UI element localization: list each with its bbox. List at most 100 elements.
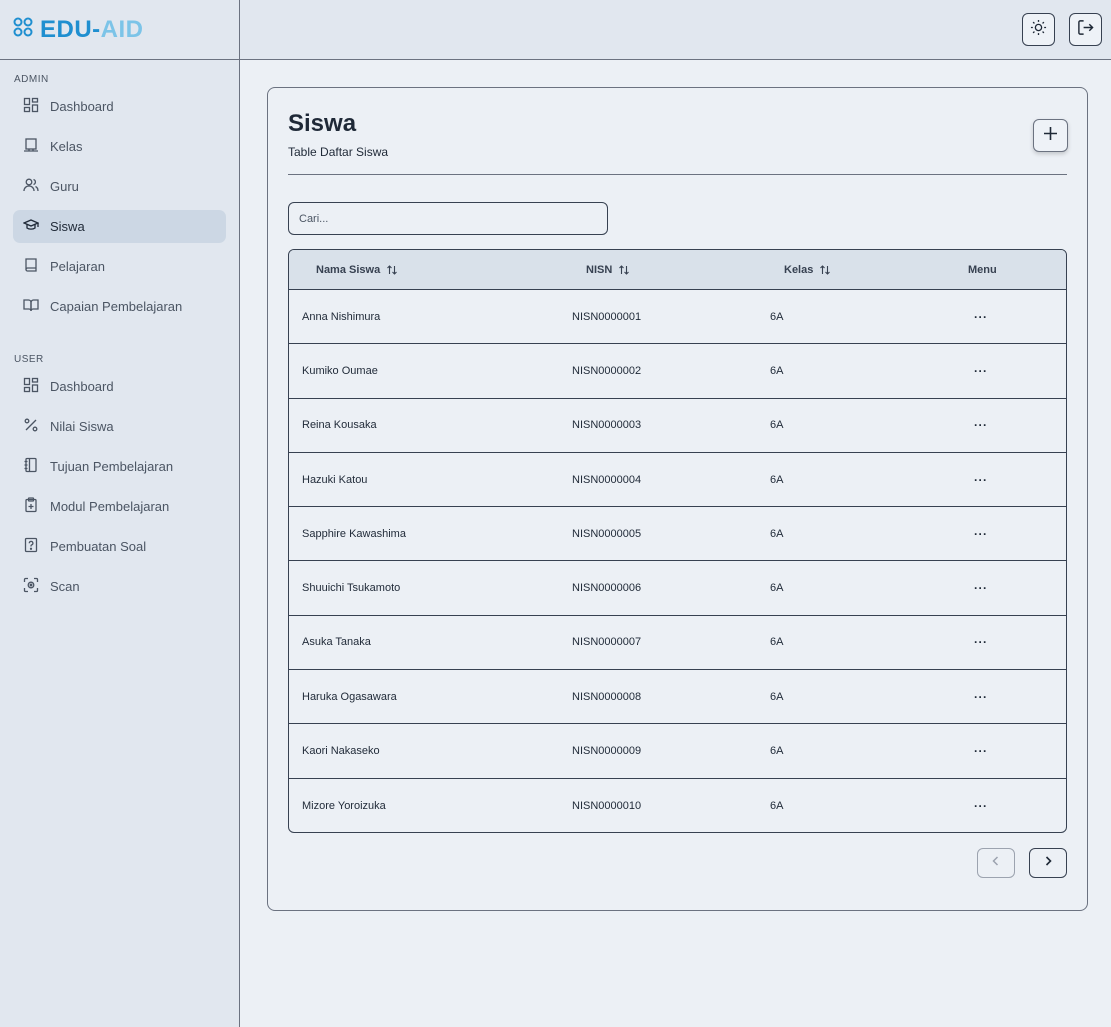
sidebar-item-label: Siswa — [50, 219, 85, 234]
add-student-button[interactable] — [1033, 119, 1068, 152]
next-page-button[interactable] — [1029, 848, 1067, 878]
sort-icon[interactable] — [386, 264, 398, 276]
cell-nisn: NISN0000010 — [572, 799, 642, 812]
row-menu-button[interactable]: ··· — [974, 453, 988, 506]
row-menu-button[interactable]: ··· — [974, 399, 988, 452]
table-row: Mizore Yoroizuka NISN0000010 6A ··· — [289, 779, 1066, 832]
sidebar: EDU-AID ADMIN Dashboard Kelas Guru Siswa… — [0, 0, 240, 1027]
cell-kelas: 6A — [770, 582, 784, 595]
table-row: Sapphire Kawashima NISN0000005 6A ··· — [289, 507, 1066, 562]
chevron-right-icon — [1042, 854, 1054, 872]
sidebar-item-capaian-pembelajaran[interactable]: Capaian Pembelajaran — [13, 290, 226, 323]
sidebar-item-label: Guru — [50, 179, 79, 194]
sidebar-item-label: Pelajaran — [50, 259, 105, 274]
brand-name: EDU-AID — [40, 15, 144, 43]
sidebar-item-label: Tujuan Pembelajaran — [50, 459, 174, 474]
cell-nama: Kumiko Oumae — [302, 364, 378, 377]
sidebar-item-tujuan-pembelajaran[interactable]: Tujuan Pembelajaran — [13, 450, 226, 483]
students-card: Siswa Table Daftar Siswa Nama Siswa NISN… — [267, 87, 1088, 911]
classroom-icon — [23, 137, 39, 156]
column-header-kelas: Kelas — [784, 250, 831, 290]
row-menu-button[interactable]: ··· — [974, 507, 988, 560]
row-menu-button[interactable]: ··· — [974, 616, 988, 669]
sidebar-item-user-dashboard[interactable]: Dashboard — [13, 370, 226, 403]
page-title: Siswa — [288, 110, 357, 137]
students-table: Nama Siswa NISN Kelas Menu Anna Nishimur… — [288, 249, 1067, 833]
sidebar-item-label: Dashboard — [50, 99, 114, 114]
cell-kelas: 6A — [770, 310, 784, 323]
row-menu-button[interactable]: ··· — [974, 670, 988, 723]
sidebar-item-label: Nilai Siswa — [50, 419, 114, 434]
logout-button[interactable] — [1069, 13, 1102, 46]
sun-icon — [1030, 19, 1047, 41]
row-menu-button[interactable]: ··· — [974, 561, 988, 614]
previous-page-button[interactable] — [977, 848, 1015, 878]
cell-kelas: 6A — [770, 473, 784, 486]
row-menu-button[interactable]: ··· — [974, 290, 988, 343]
sidebar-item-label: Kelas — [50, 139, 83, 154]
row-menu-button[interactable]: ··· — [974, 724, 988, 777]
column-header-menu: Menu — [968, 250, 997, 290]
table-row: Haruka Ogasawara NISN0000008 6A ··· — [289, 670, 1066, 725]
cell-nisn: NISN0000008 — [572, 690, 642, 703]
column-header-nisn: NISN — [586, 250, 630, 290]
table-row: Anna Nishimura NISN0000001 6A ··· — [289, 290, 1066, 345]
plus-icon — [1043, 126, 1058, 146]
clipboard-plus-icon — [23, 497, 39, 516]
sort-icon[interactable] — [819, 264, 831, 276]
sidebar-item-pembuatan-soal[interactable]: Pembuatan Soal — [13, 530, 226, 563]
cell-nisn: NISN0000004 — [572, 473, 642, 486]
cell-nisn: NISN0000007 — [572, 636, 642, 649]
logo-icon — [12, 16, 34, 43]
sidebar-item-modul-pembelajaran[interactable]: Modul Pembelajaran — [13, 490, 226, 523]
row-menu-button[interactable]: ··· — [974, 344, 988, 397]
users-icon — [23, 177, 39, 196]
brand-logo[interactable]: EDU-AID — [0, 0, 239, 60]
sidebar-item-label: Modul Pembelajaran — [50, 499, 170, 514]
sidebar-item-label: Pembuatan Soal — [50, 539, 147, 554]
notebook-icon — [23, 457, 39, 476]
logout-icon — [1077, 19, 1094, 41]
cell-kelas: 6A — [770, 636, 784, 649]
sidebar-item-pelajaran[interactable]: Pelajaran — [13, 250, 226, 283]
sidebar-item-label: Capaian Pembelajaran — [50, 299, 183, 314]
sidebar-item-scan[interactable]: Scan — [13, 570, 226, 603]
table-row: Reina Kousaka NISN0000003 6A ··· — [289, 399, 1066, 453]
cell-nama: Haruka Ogasawara — [302, 690, 397, 703]
cell-nama: Asuka Tanaka — [302, 636, 371, 649]
cell-kelas: 6A — [770, 419, 784, 432]
page-subtitle: Table Daftar Siswa — [288, 145, 389, 159]
cell-nisn: NISN0000003 — [572, 419, 642, 432]
sidebar-item-dashboard[interactable]: Dashboard — [13, 90, 226, 123]
user-section-label: USER — [14, 354, 44, 365]
table-header: Nama Siswa NISN Kelas Menu — [289, 250, 1066, 290]
sidebar-item-siswa[interactable]: Siswa — [13, 210, 226, 243]
cell-nisn: NISN0000001 — [572, 310, 642, 323]
admin-nav: Dashboard Kelas Guru Siswa Pelajaran Cap… — [13, 90, 226, 330]
sidebar-item-guru[interactable]: Guru — [13, 170, 226, 203]
table-row: Hazuki Katou NISN0000004 6A ··· — [289, 453, 1066, 508]
cell-nama: Mizore Yoroizuka — [302, 799, 386, 812]
admin-section-label: ADMIN — [14, 74, 49, 85]
theme-toggle-button[interactable] — [1022, 13, 1055, 46]
chevron-left-icon — [990, 854, 1002, 872]
dashboard-icon — [23, 97, 39, 116]
search-input[interactable] — [288, 202, 608, 235]
top-bar — [240, 0, 1111, 60]
cell-nama: Anna Nishimura — [302, 310, 381, 323]
cell-nisn: NISN0000005 — [572, 527, 642, 540]
row-menu-button[interactable]: ··· — [974, 779, 988, 832]
sidebar-item-kelas[interactable]: Kelas — [13, 130, 226, 163]
cell-nama: Reina Kousaka — [302, 419, 377, 432]
graduation-cap-icon — [22, 217, 40, 236]
column-header-nama-siswa: Nama Siswa — [316, 250, 398, 290]
cell-nisn: NISN0000002 — [572, 364, 642, 377]
dashboard-icon — [23, 377, 39, 396]
header-divider — [288, 174, 1067, 175]
sidebar-item-label: Scan — [50, 579, 80, 594]
table-row: Shuuichi Tsukamoto NISN0000006 6A ··· — [289, 561, 1066, 616]
sort-icon[interactable] — [618, 264, 630, 276]
sidebar-item-nilai-siswa[interactable]: Nilai Siswa — [13, 410, 226, 443]
question-file-icon — [23, 537, 39, 556]
table-row: Asuka Tanaka NISN0000007 6A ··· — [289, 616, 1066, 671]
